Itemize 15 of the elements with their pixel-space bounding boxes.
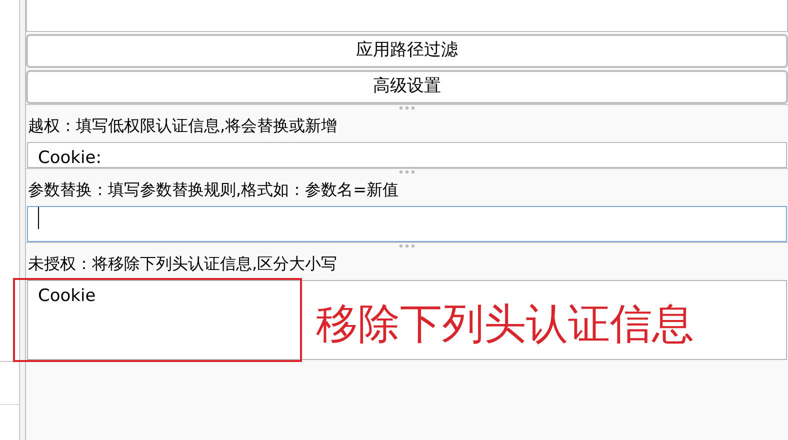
field-value: Cookie [38,285,96,307]
section-label: 未授权：将移除下列头认证信息,区分大小写 [28,253,338,275]
text-caret [38,207,39,229]
splitter-handle-icon[interactable] [399,170,415,174]
splitter-handle-icon[interactable] [399,106,415,110]
text-area[interactable]: Cookie: [27,142,787,168]
splitter-handle-icon[interactable] [399,244,415,248]
section-label: 参数替换：填写参数替换规则,格式如：参数名=新值 [28,179,398,201]
panel-button[interactable]: 高级设置 [26,70,788,104]
input-field[interactable] [27,206,787,242]
text-area[interactable] [26,0,788,32]
section-label: 越权：填写低权限认证信息,将会替换或新增 [28,115,338,137]
field-value: Cookie: [38,147,102,167]
annotation-text: 移除下列头认证信息 [316,298,694,350]
panel-button[interactable]: 应用路径过滤 [26,34,788,68]
